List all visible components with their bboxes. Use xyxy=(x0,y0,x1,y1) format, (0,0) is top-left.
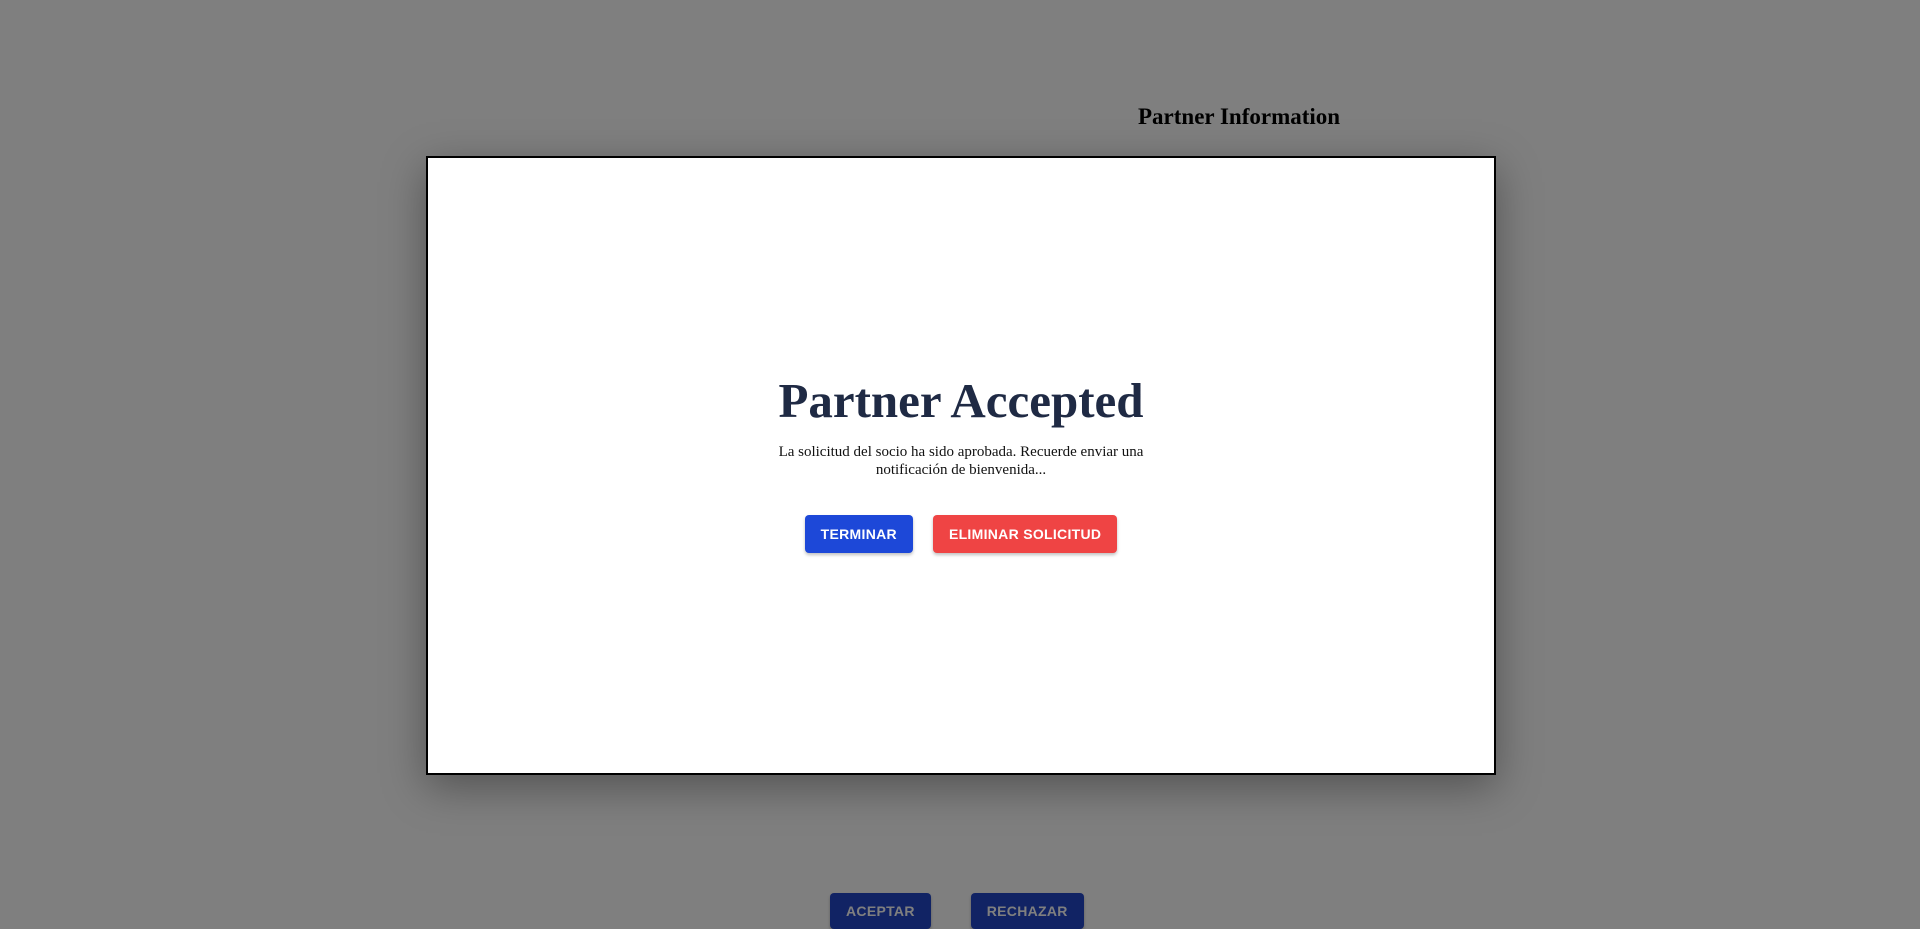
dialog-title: Partner Accepted xyxy=(778,373,1144,428)
delete-request-button[interactable]: ELIMINAR SOLICITUD xyxy=(932,515,1118,553)
dialog-message: La solicitud del socio ha sido aprobada.… xyxy=(778,444,1144,478)
dialog-actions: TERMINAR ELIMINAR SOLICITUD xyxy=(428,515,1494,553)
partner-information-page: Partner Information ACEPTAR RECHAZAR Par… xyxy=(0,0,1920,929)
dialog-content: Partner Accepted La solicitud del socio … xyxy=(428,373,1494,553)
finish-button[interactable]: TERMINAR xyxy=(804,515,913,553)
partner-accepted-dialog: Partner Accepted La solicitud del socio … xyxy=(426,156,1496,775)
